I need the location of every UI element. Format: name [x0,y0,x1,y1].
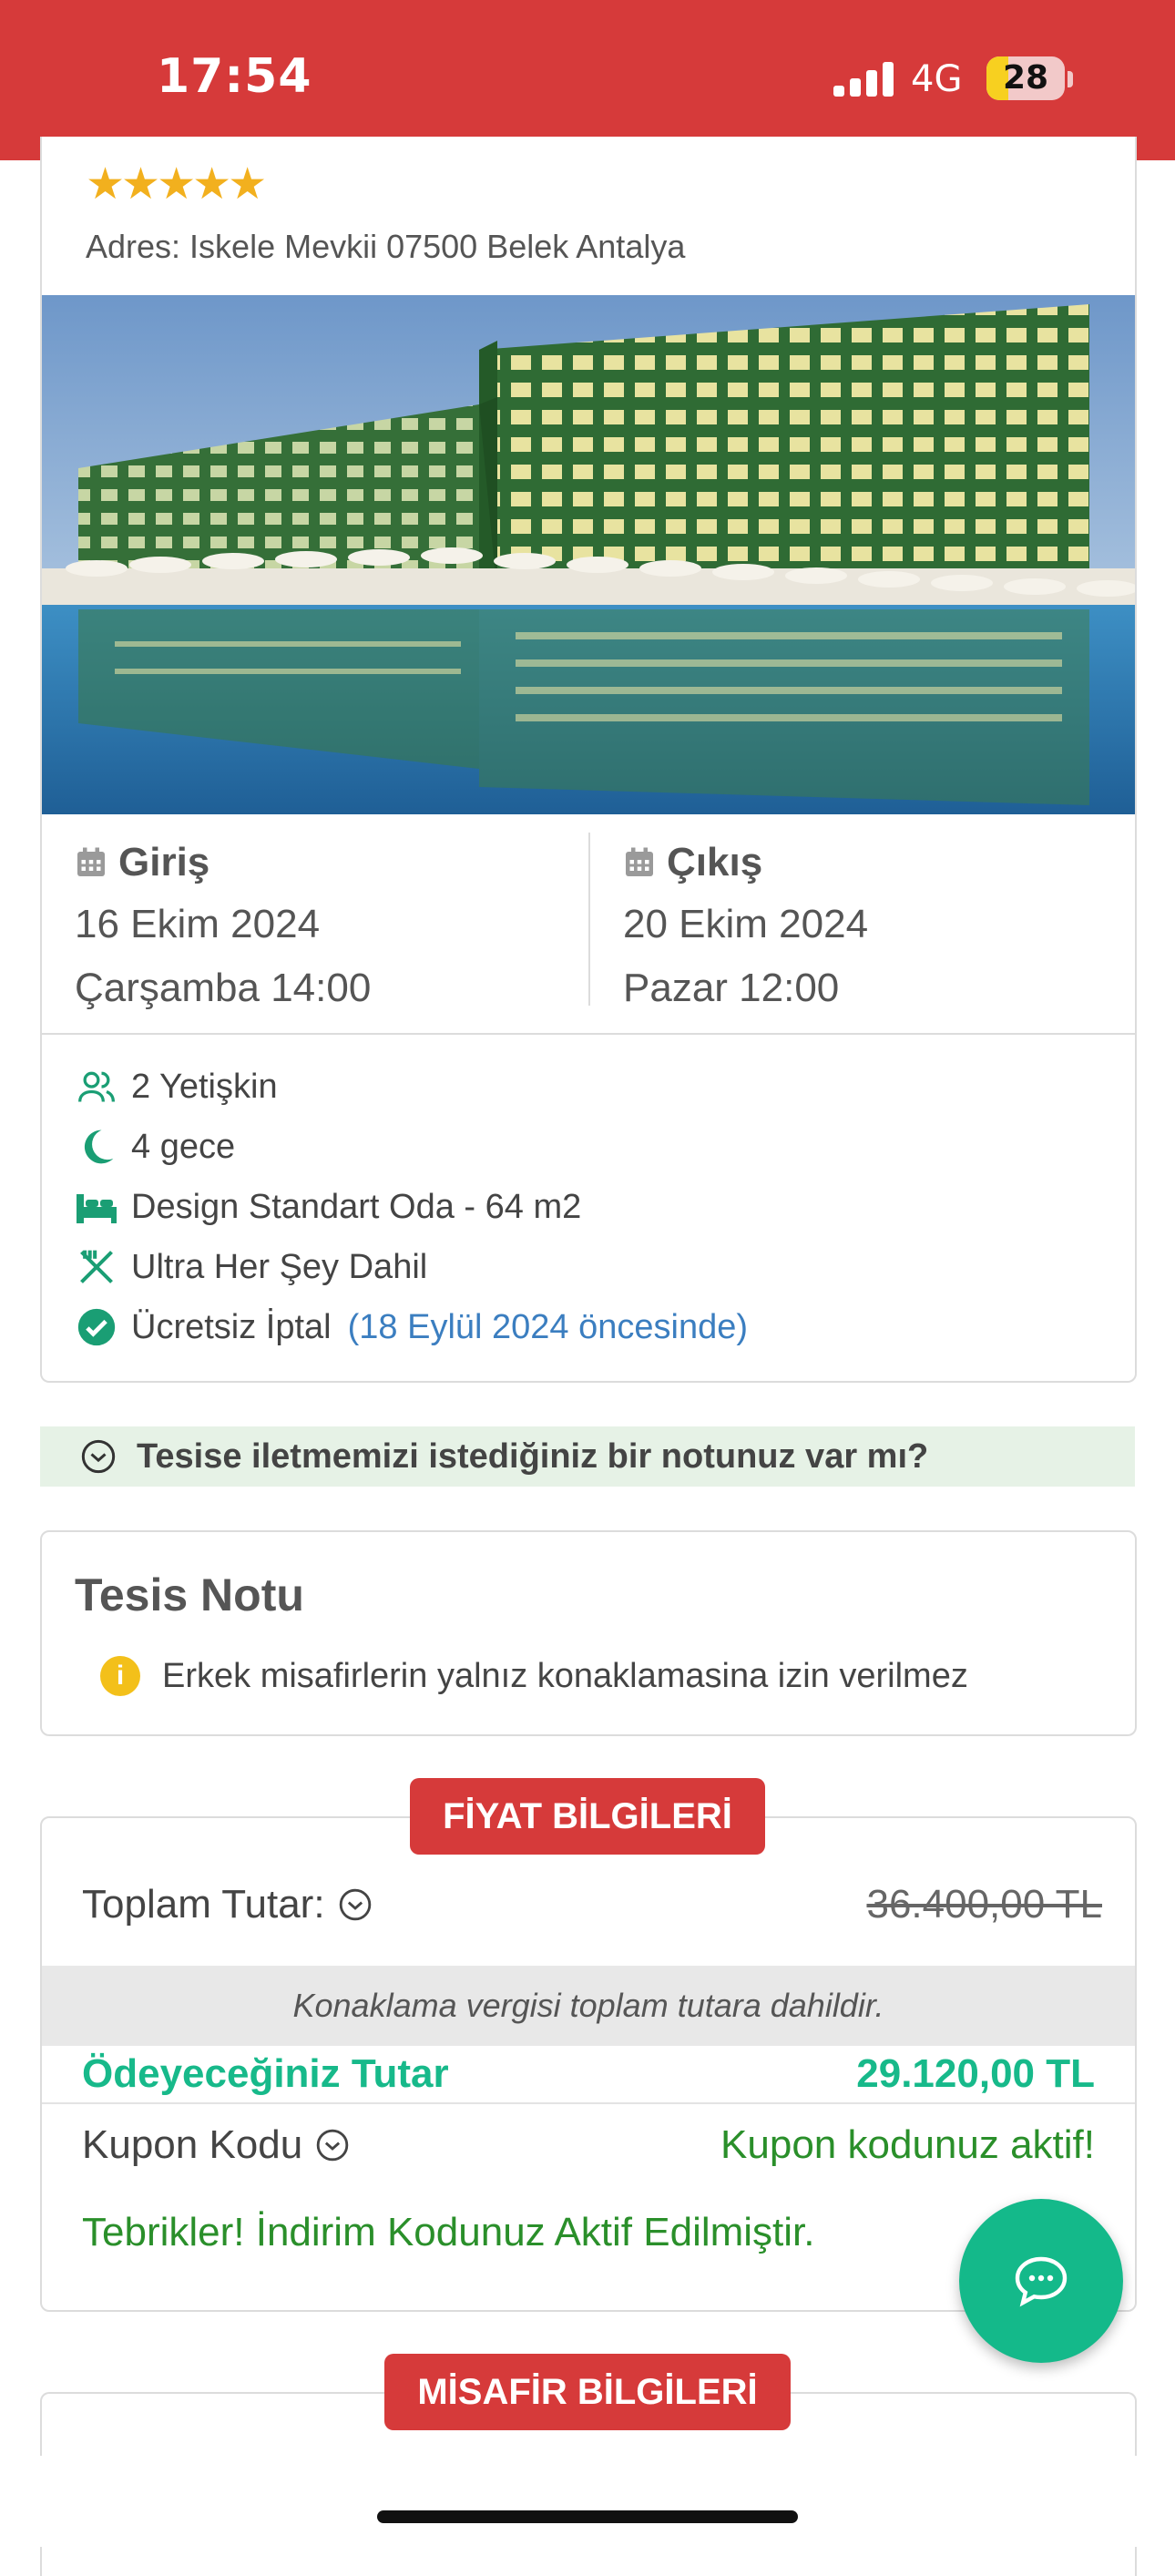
facility-note-title: Tesis Notu [75,1569,304,1620]
note-prompt-text: Tesise iletmemizi istediğiniz bir notunu… [137,1436,929,1476]
network-type: 4G [911,58,963,100]
coupon-row: Kupon Kodu Kupon kodunuz aktif! [42,2110,1135,2192]
checkout-time: Pazar 12:00 [623,966,840,1010]
checkout-date: 20 Ekim 2024 [623,902,869,946]
hotel-photo[interactable] [42,295,1135,814]
feature-board: Ultra Her Şey Dahil [75,1237,748,1297]
home-indicator[interactable] [377,2510,798,2523]
note-prompt-toggle[interactable]: Tesise iletmemizi istediğiniz bir notunu… [40,1426,1135,1487]
bottom-safe-area [0,2456,1175,2547]
feature-cancellation: Ücretsiz İptal (18 Eylül 2024 öncesinde) [75,1297,748,1357]
check-circle-icon [77,1308,116,1346]
feature-nights: 4 gece [75,1117,748,1177]
signal-icon [833,60,895,97]
coupon-label-toggle[interactable]: Kupon Kodu [82,2122,350,2168]
chevron-down-circle-icon [81,1439,116,1474]
checkout-block: Çıkış 20 Ekim 2024 Pazar 12:00 [623,833,868,1020]
nights-text: 4 gece [131,1127,236,1166]
pay-row: Ödeyeceğiniz Tutar 29.120,00 TL [42,2046,1135,2104]
facility-note-box: Tesis Notu i Erkek misafirlerin yalnız k… [40,1530,1137,1736]
date-divider [588,833,590,1006]
hotel-card: ★★★★★ Adres: Iskele Mevkii 07500 Belek A… [40,137,1137,1383]
checkin-block: Giriş 16 Ekim 2024 Çarşamba 14:00 [75,833,371,1020]
hotel-building-photo [42,295,1135,814]
chevron-down-circle-icon [316,2129,349,2162]
dates-row: Giriş 16 Ekim 2024 Çarşamba 14:00 Çıkış … [42,814,1135,1035]
room-text: Design Standart Oda - 64 m2 [131,1187,582,1226]
star-rating: ★★★★★ [86,160,267,209]
cancellation-deadline-link[interactable]: (18 Eylül 2024 öncesinde) [348,1308,748,1347]
checkin-time: Çarşamba 14:00 [75,966,372,1010]
facility-note-text: Erkek misafirlerin yalnız konaklamasina … [162,1656,968,1695]
calendar-icon [77,847,105,876]
coupon-label: Kupon Kodu [82,2122,303,2167]
coupon-congrats: Tebrikler! İndirim Kodunuz Aktif Edilmiş… [82,2210,815,2254]
board-text: Ultra Her Şey Dahil [131,1247,428,1286]
cancellation-text: Ücretsiz İptal [131,1307,332,1346]
tax-note: Konaklama vergisi toplam tutara dahildir… [42,1966,1135,2046]
info-icon: i [100,1656,140,1696]
chevron-down-circle-icon [339,1888,371,1921]
pay-label: Ödeyeceğiniz Tutar [82,2051,449,2096]
checkin-label: Giriş [118,840,210,884]
total-label-toggle[interactable]: Toplam Tutar: [82,1882,373,1927]
calendar-icon [626,847,653,876]
checkout-label: Çıkış [667,840,763,884]
moon-icon [84,1130,114,1164]
total-row: Toplam Tutar: 36.400,00 TL [42,1864,1135,1955]
total-old-price: 36.400,00 TL [866,1882,1102,1927]
coupon-status: Kupon kodunuz aktif! [720,2122,1095,2167]
feature-room: Design Standart Oda - 64 m2 [75,1177,748,1237]
checkin-date: 16 Ekim 2024 [75,902,321,946]
facility-note-message: i Erkek misafirlerin yalnız konaklamasin… [100,1656,968,1696]
users-icon [78,1071,115,1102]
reservation-features: 2 Yetişkin 4 gece Design Standart Oda - … [75,1057,748,1357]
chat-bubble-icon [1015,2256,1068,2307]
chat-button[interactable] [959,2199,1123,2363]
hotel-address: Adres: Iskele Mevkii 07500 Belek Antalya [86,228,686,265]
battery-percent: 28 [1002,59,1049,97]
bed-icon [77,1194,117,1223]
status-time: 17:54 [157,49,312,104]
price-section-title: FİYAT BİLGİLERİ [410,1778,765,1855]
battery-tip [1068,71,1073,87]
guest-section-title: MİSAFİR BİLGİLERİ [384,2354,791,2430]
battery-icon: 28 [986,56,1065,100]
feature-guests: 2 Yetişkin [75,1057,748,1117]
total-label: Toplam Tutar: [82,1882,325,1927]
pay-value: 29.120,00 TL [856,2051,1095,2096]
guests-text: 2 Yetişkin [131,1067,278,1106]
utensils-icon [80,1250,113,1283]
